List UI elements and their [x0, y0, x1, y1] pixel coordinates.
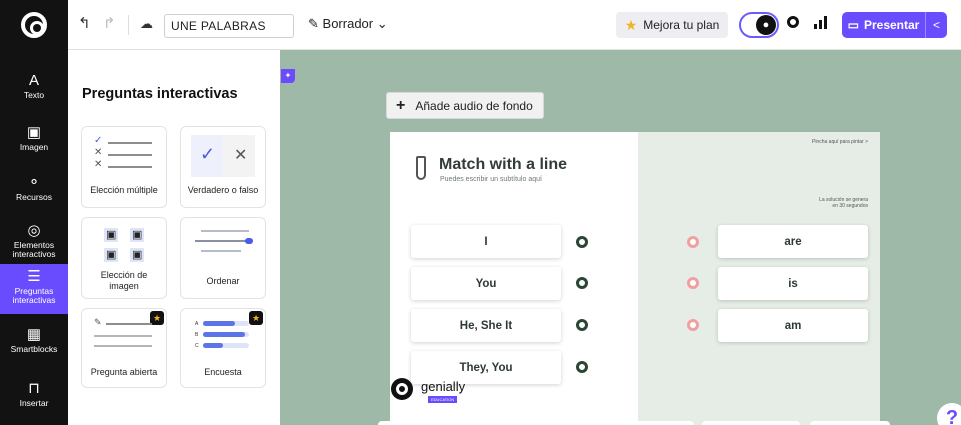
eye-icon[interactable]: [787, 16, 799, 28]
pencil-icon: ✎: [308, 16, 319, 31]
match-right-item[interactable]: is: [718, 267, 868, 300]
rail-item-smartblocks[interactable]: ▦ Smartblocks: [0, 326, 68, 372]
rail-item-elementos-interactivos[interactable]: ◎ Elementos interactivos: [0, 222, 68, 268]
connector-dot[interactable]: [576, 361, 588, 373]
brand-name: genially: [421, 379, 466, 394]
genially-logo-icon[interactable]: [0, 0, 68, 50]
share-icon[interactable]: <: [925, 12, 947, 38]
present-icon: ▭: [847, 18, 859, 32]
resources-icon: ⚬: [27, 174, 41, 191]
undo-icon[interactable]: ↰: [78, 14, 91, 34]
left-rail: A Texto ▣ Imagen ⚬ Recursos ◎ Elementos …: [0, 50, 68, 425]
add-background-audio-button[interactable]: + Añade audio de fondo: [386, 92, 544, 119]
card-ordenar[interactable]: Ordenar: [180, 217, 266, 299]
connector-dot[interactable]: [687, 277, 699, 289]
smartblocks-icon: ▦: [26, 326, 42, 343]
match-right-item[interactable]: are: [718, 225, 868, 258]
chevron-down-icon: ⌄: [376, 16, 388, 31]
connector-dot[interactable]: [687, 236, 699, 248]
text-icon: A: [28, 72, 39, 89]
card-verdadero-falso[interactable]: ✓ ✕ Verdadero o falso: [180, 126, 266, 208]
bottom-toolbar-button[interactable]: [616, 421, 694, 425]
true-false-thumbnail: ✓ ✕: [191, 135, 255, 177]
connector-dot[interactable]: [687, 319, 699, 331]
connector-dot[interactable]: [576, 236, 588, 248]
rail-item-insertar[interactable]: ⊓ Insertar: [0, 380, 68, 425]
avatar-icon: ●: [756, 15, 776, 35]
plus-icon: +: [396, 96, 406, 114]
bottom-toolbar-button[interactable]: [516, 421, 608, 425]
match-left-item[interactable]: You: [411, 267, 561, 300]
slide-subtitle[interactable]: Puedes escribir un subtítulo aquí: [440, 176, 542, 183]
slide[interactable]: Match with a line Puedes escribir un sub…: [390, 132, 880, 425]
present-label: Presentar: [863, 18, 920, 32]
card-pregunta-abierta[interactable]: ★ ✎ Pregunta abierta: [81, 308, 167, 388]
connector-dot[interactable]: [576, 319, 588, 331]
cloud-icon: ☁: [140, 16, 153, 31]
rail-item-label: Imagen: [19, 142, 49, 152]
card-label: Verdadero o falso: [187, 185, 259, 195]
card-eleccion-multiple[interactable]: ✓ ✕ ✕ Elección múltiple: [81, 126, 167, 208]
rail-item-label: Smartblocks: [10, 344, 58, 354]
pencil-icon: [416, 156, 426, 180]
image-icon: ▣: [26, 124, 42, 141]
order-thumbnail: [191, 226, 255, 268]
rail-item-label: Elementos interactivos: [12, 240, 56, 259]
top-bar: ↰ ↱ ☁ ✎ Borrador ⌄ ★ Mejora tu plan ● ▭ …: [0, 0, 961, 50]
bottom-toolbar-button[interactable]: [810, 421, 890, 425]
poll-thumbnail: A B C: [191, 317, 255, 359]
rail-item-preguntas-interactivas[interactable]: ☰ Preguntas interactivas: [0, 264, 68, 314]
questions-icon: ☰: [27, 268, 41, 285]
star-icon: ★: [624, 16, 638, 33]
upgrade-plan-label: Mejora tu plan: [643, 18, 720, 32]
rail-item-texto[interactable]: A Texto: [0, 72, 68, 118]
genially-brand: genially EDUCATION: [390, 375, 480, 405]
pin-icon[interactable]: ✦: [281, 69, 295, 83]
card-eleccion-imagen[interactable]: ▣ ▣ ▣ ▣ Elección de imagen: [81, 217, 167, 299]
insert-icon: ⊓: [28, 380, 40, 397]
card-label: Elección de imagen: [100, 270, 148, 291]
image-choice-thumbnail: ▣ ▣ ▣ ▣: [104, 228, 144, 262]
rail-item-label: Preguntas interactivas: [12, 286, 56, 305]
multiple-choice-thumbnail: ✓ ✕ ✕: [92, 135, 156, 177]
rail-item-imagen[interactable]: ▣ Imagen: [0, 124, 68, 170]
match-right-item[interactable]: am: [718, 309, 868, 342]
solution-note: La solución se genera en 30 segundos: [819, 197, 868, 209]
divider: [128, 15, 129, 35]
genially-logo-icon: [391, 378, 413, 400]
bottom-toolbar-button[interactable]: [378, 421, 508, 425]
stats-icon[interactable]: [814, 15, 827, 29]
help-icon[interactable]: ?: [937, 403, 961, 425]
questions-panel: Preguntas interactivas ✓ ✕ ✕ Elección mú…: [68, 50, 280, 425]
add-background-audio-label: Añade audio de fondo: [415, 98, 533, 113]
bottom-toolbar-button[interactable]: [702, 421, 800, 425]
view-toggle[interactable]: ●: [739, 12, 779, 38]
connector-dot[interactable]: [576, 277, 588, 289]
redo-icon[interactable]: ↱: [103, 14, 116, 34]
upgrade-plan-button[interactable]: ★ Mejora tu plan: [616, 12, 728, 38]
match-left-item[interactable]: He, She It: [411, 309, 561, 342]
draft-status-dropdown[interactable]: ✎ Borrador ⌄: [308, 16, 388, 32]
brand-tag: EDUCATION: [428, 396, 458, 403]
slide-title[interactable]: Match with a line: [439, 156, 567, 174]
interactive-elements-icon: ◎: [27, 222, 41, 239]
rail-item-recursos[interactable]: ⚬ Recursos: [0, 174, 68, 220]
project-title-input[interactable]: [164, 14, 294, 38]
rail-item-label: Insertar: [19, 398, 49, 408]
card-label: Elección múltiple: [90, 185, 158, 195]
rail-item-label: Recursos: [16, 192, 52, 202]
rail-item-label: Texto: [23, 90, 45, 100]
open-question-thumbnail: ✎: [92, 317, 156, 359]
draft-status-label: Borrador: [322, 16, 374, 31]
panel-title: Preguntas interactivas: [82, 86, 238, 102]
card-label: Ordenar: [206, 276, 240, 286]
card-label: Pregunta abierta: [90, 367, 158, 377]
match-left-item[interactable]: I: [411, 225, 561, 258]
card-encuesta[interactable]: ★ A B C Encuesta: [180, 308, 266, 388]
paint-hint[interactable]: Pincha aquí para pintar >: [812, 139, 868, 145]
card-label: Encuesta: [204, 367, 242, 377]
present-button[interactable]: ▭ Presentar <: [842, 12, 947, 38]
